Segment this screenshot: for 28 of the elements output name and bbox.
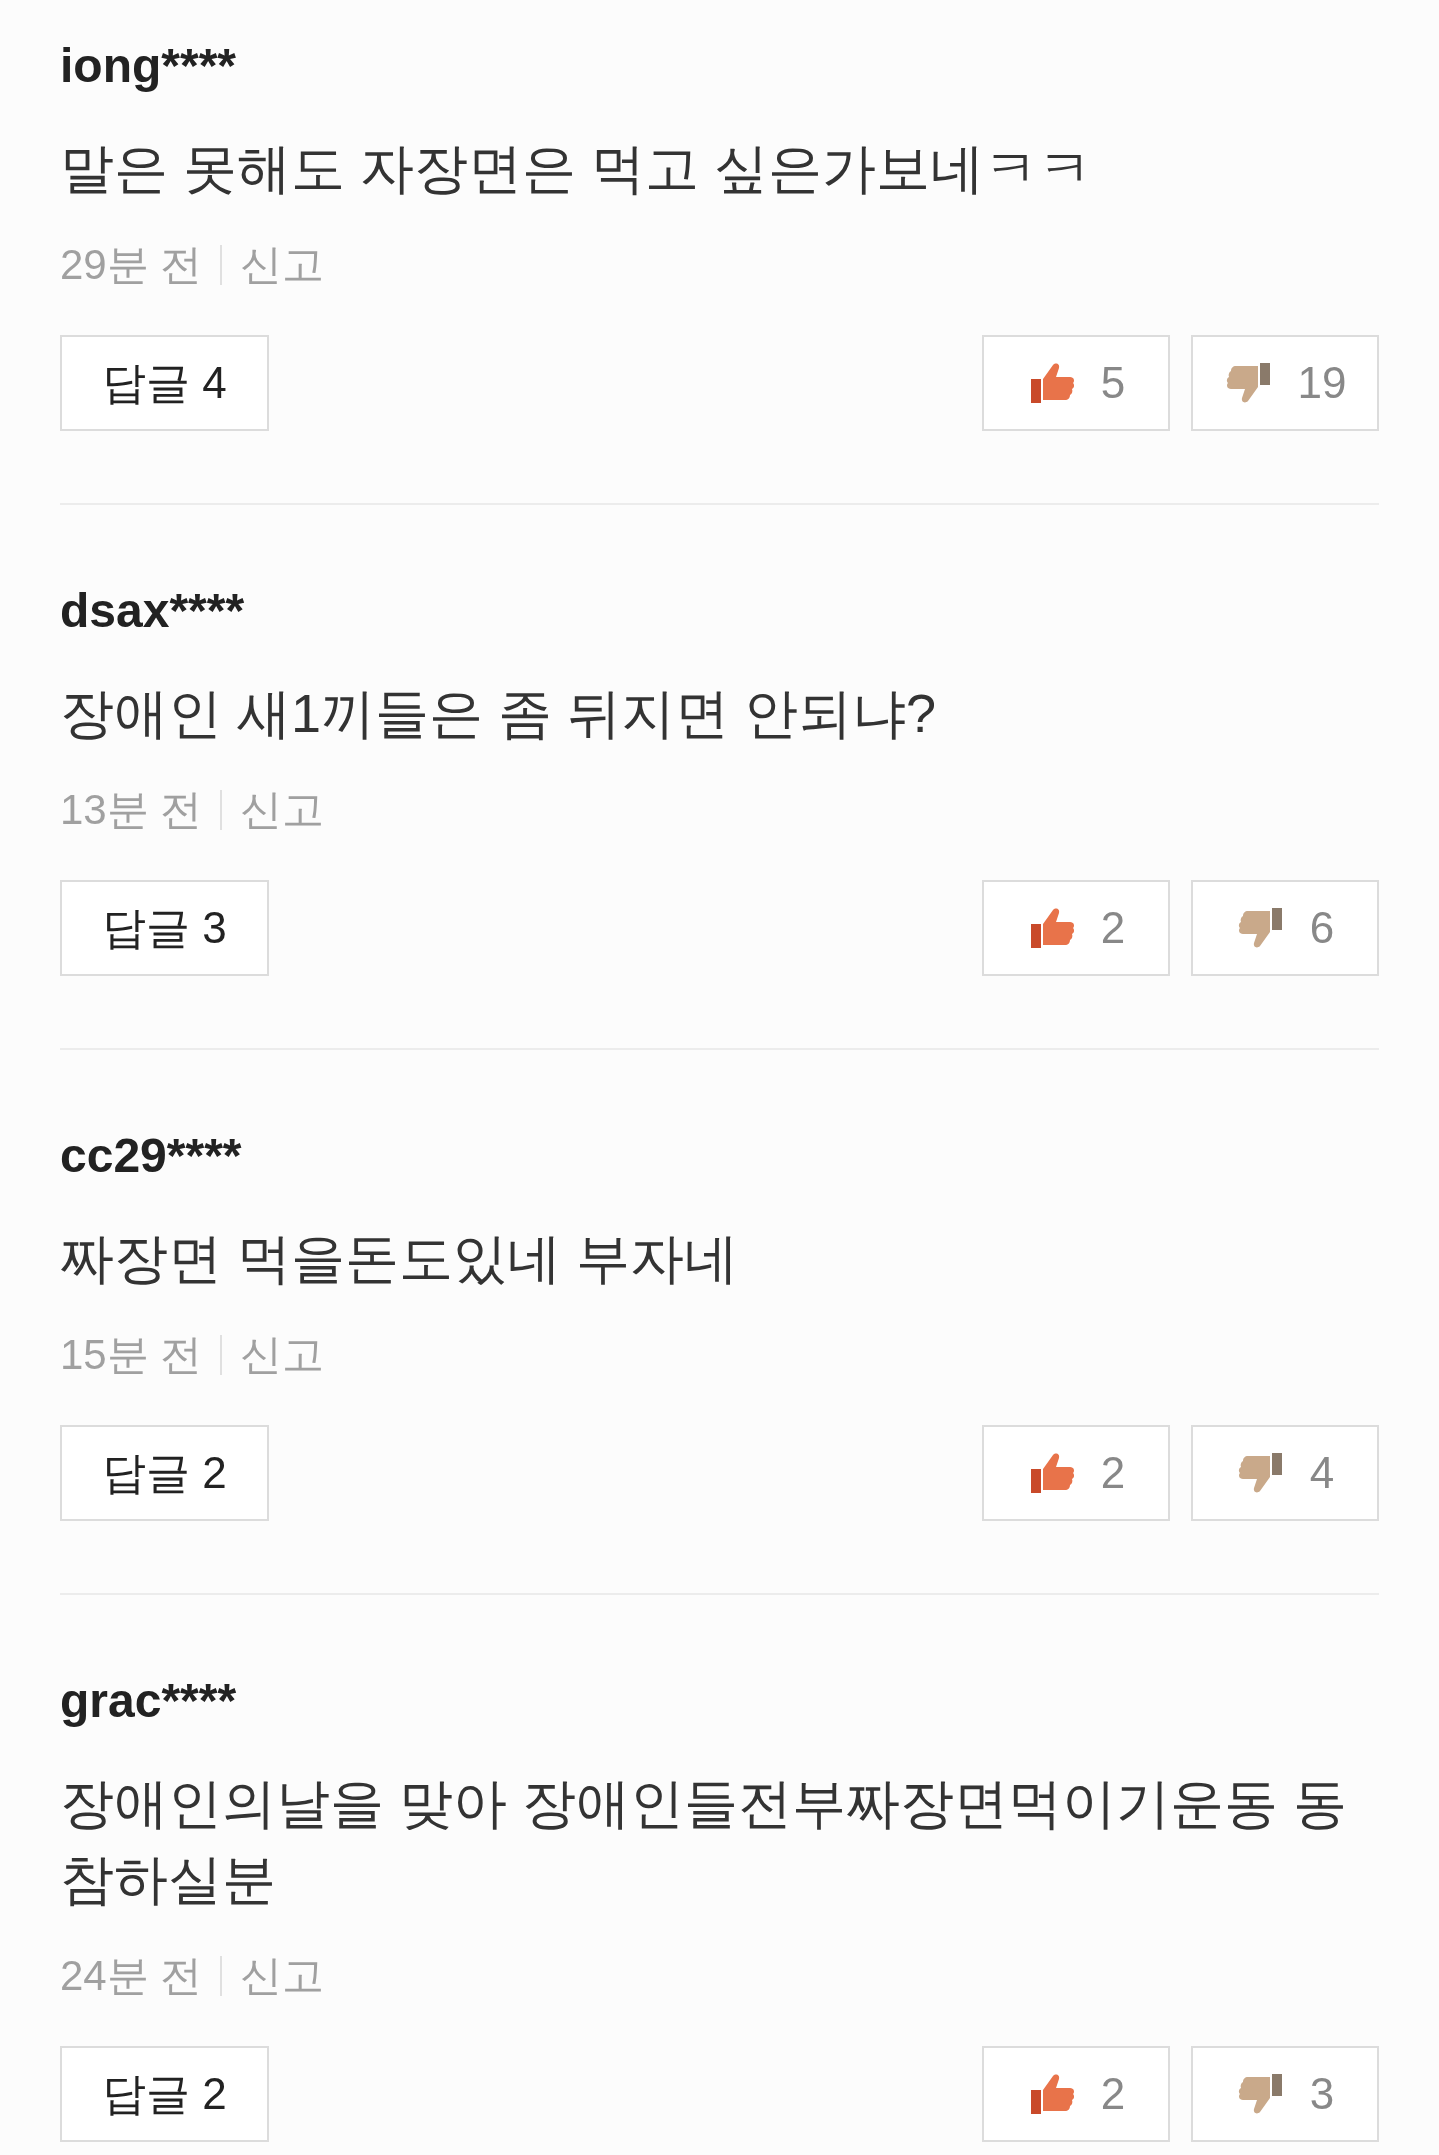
dislike-button[interactable]: 3	[1191, 2046, 1379, 2142]
username: grac****	[60, 1673, 238, 1729]
like-button[interactable]: 5	[982, 335, 1170, 431]
dislike-button[interactable]: 4	[1191, 1425, 1379, 1521]
report-link[interactable]: 신고	[222, 245, 325, 285]
reply-button[interactable]: 답글 2	[60, 2046, 269, 2142]
comment-text: 장애인의날을 맞아 장애인들전부짜장면먹이기운동 동참하실분	[60, 1772, 1348, 1911]
like-button[interactable]: 2	[982, 2046, 1170, 2142]
comment-text: 말은 못해도 자장면은 먹고 싶은가보네ㅋㅋ	[60, 137, 1093, 200]
comment-text: 짜장면 먹을돈도있네 부자네	[60, 1227, 739, 1290]
username: dsax****	[60, 583, 246, 639]
username: iong****	[60, 38, 237, 94]
like-button[interactable]: 2	[982, 1425, 1170, 1521]
report-link[interactable]: 신고	[222, 790, 325, 830]
like-button[interactable]: 2	[982, 880, 1170, 976]
username: cc29****	[60, 1128, 243, 1184]
report-link[interactable]: 신고	[222, 1335, 325, 1375]
timestamp: 15분 전	[60, 1335, 223, 1375]
reply-button[interactable]: 답글 2	[60, 1425, 269, 1521]
dislike-button[interactable]: 6	[1191, 880, 1379, 976]
report-link[interactable]: 신고	[222, 1956, 325, 1996]
timestamp: 24분 전	[60, 1956, 223, 1996]
reply-button[interactable]: 답글 3	[60, 880, 269, 976]
dislike-button[interactable]: 19	[1191, 335, 1379, 431]
comment-text: 장애인 새1끼들은 좀 뒤지면 안되냐?	[60, 682, 938, 745]
reply-button[interactable]: 답글 4	[60, 335, 269, 431]
timestamp: 13분 전	[60, 790, 223, 830]
timestamp: 29분 전	[60, 245, 223, 285]
